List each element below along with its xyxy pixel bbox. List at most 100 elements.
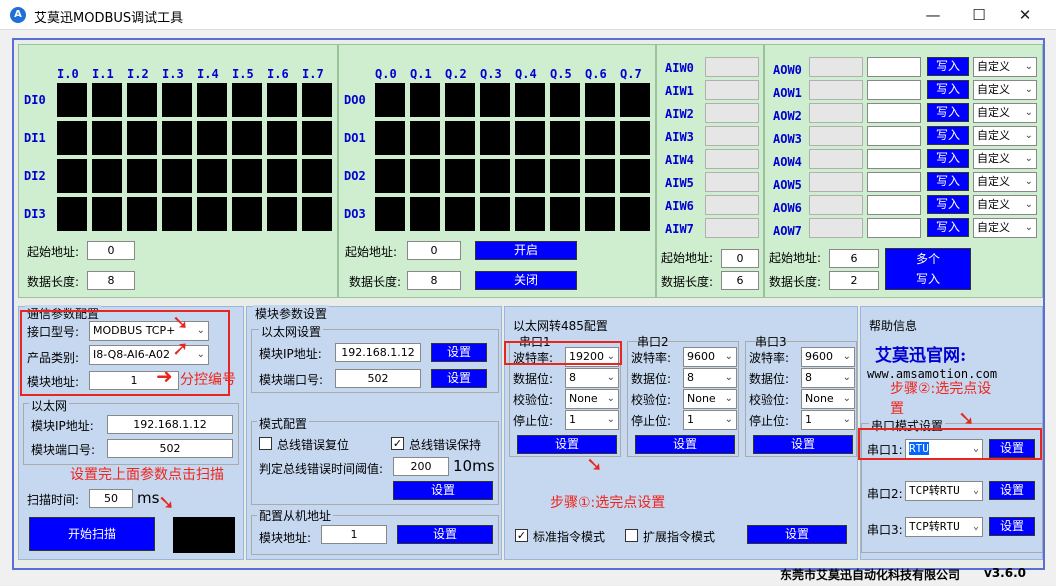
ao-write-button[interactable]: 写入 [927,57,969,76]
annotation-box-baud [504,341,622,365]
maximize-button[interactable]: ☐ [956,0,1002,30]
serial-set-button[interactable]: 设置 [753,435,853,454]
module-ip-input[interactable]: 192.168.1.12 [335,343,421,362]
serial-parity-label: 校验位: [749,393,790,407]
module-port-input[interactable]: 502 [335,369,421,388]
ai-row-label: AIW2 [665,107,694,121]
threshold-input[interactable]: 200 [393,457,449,476]
ao-mode-value: 自定义 [977,198,1010,211]
do-close-button[interactable]: 关闭 [475,271,577,290]
serial-set-button[interactable]: 设置 [635,435,735,454]
module-ip-set-button[interactable]: 设置 [431,343,487,362]
ao-write-input[interactable] [867,195,921,215]
ao-mode-select[interactable]: 自定义 ⌄ [973,149,1037,169]
arrow-icon: ➘ [586,452,603,476]
ao-write-input[interactable] [867,126,921,146]
di-header: I.0 [57,67,79,81]
ao-len-label: 数据长度: [769,275,822,289]
ai-value-display [705,126,759,146]
serial-parity-label: 校验位: [513,393,554,407]
s2-select[interactable]: TCP转RTU ⌄ [905,481,983,501]
do-start-input[interactable]: 0 [407,241,461,260]
di-start-input[interactable]: 0 [87,241,135,260]
serial-baud-select[interactable]: 9600 ⌄ [801,347,855,367]
do-header: Q.7 [620,67,642,81]
do-len-input[interactable]: 8 [407,271,461,290]
comm-port-input[interactable]: 502 [107,439,233,458]
serial-data-select[interactable]: 8 ⌄ [801,368,855,388]
ai-len-input[interactable]: 6 [721,271,759,290]
serial-data-select[interactable]: 8 ⌄ [565,368,619,388]
chevron-down-icon: ⌄ [724,393,733,404]
comm-ip-input[interactable]: 192.168.1.12 [107,415,233,434]
s3-set-button[interactable]: 设置 [989,517,1035,536]
serial-stop-select[interactable]: 1 ⌄ [683,410,737,430]
ao-write-input[interactable] [867,172,921,192]
ao-write-button[interactable]: 写入 [927,80,969,99]
serial-data-select[interactable]: 8 ⌄ [683,368,737,388]
slave-addr-input[interactable]: 1 [321,525,387,544]
ao-write-button[interactable]: 写入 [927,218,969,237]
ao-multi-write-button[interactable]: 多个 写入 [885,248,971,290]
ao-mode-value: 自定义 [977,129,1010,142]
ao-write-button[interactable]: 写入 [927,149,969,168]
s3-select[interactable]: TCP转RTU ⌄ [905,517,983,537]
ao-mode-select[interactable]: 自定义 ⌄ [973,103,1037,123]
ao-mode-select[interactable]: 自定义 ⌄ [973,80,1037,100]
ao-write-button[interactable]: 写入 [927,126,969,145]
ao-mode-select[interactable]: 自定义 ⌄ [973,57,1037,77]
start-scan-button[interactable]: 开始扫描 [29,517,155,551]
serial-parity-select[interactable]: None ⌄ [683,389,737,409]
ao-mode-select[interactable]: 自定义 ⌄ [973,126,1037,146]
di-indicator [162,159,192,193]
di-indicator [57,83,87,117]
std-mode-checkbox[interactable]: ✓ [515,529,528,542]
serial-parity-select[interactable]: None ⌄ [801,389,855,409]
scan-time-input[interactable]: 50 [89,489,133,508]
serial-parity-select[interactable]: None ⌄ [565,389,619,409]
ai-panel: AIW0 AIW1 AIW2 AIW3 AIW4 AIW5 AIW6 AIW7 起始地址: 0… [656,44,764,298]
ao-len-input[interactable]: 2 [829,271,879,290]
ao-write-button[interactable]: 写入 [927,195,969,214]
di-indicator [197,197,227,231]
do-open-button[interactable]: 开启 [475,241,577,260]
mode-set-button[interactable]: 设置 [393,481,493,500]
s2-value: TCP转RTU [909,484,960,497]
module-title: 模块参数设置 [253,305,330,322]
do-indicator [445,197,475,231]
chevron-down-icon: ⌄ [972,521,979,532]
do-indicator [480,159,510,193]
ao-write-input[interactable] [867,218,921,238]
ai-start-input[interactable]: 0 [721,249,759,268]
serial-stop-select[interactable]: 1 ⌄ [565,410,619,430]
close-button[interactable]: ✕ [1002,0,1048,30]
ao-start-input[interactable]: 6 [829,249,879,268]
ao-write-input[interactable] [867,80,921,100]
chevron-down-icon: ⌄ [1024,153,1033,164]
ao-write-input[interactable] [867,57,921,77]
ao-mode-select[interactable]: 自定义 ⌄ [973,172,1037,192]
ao-write-input[interactable] [867,103,921,123]
ao-write-button[interactable]: 写入 [927,103,969,122]
module-port-set-button[interactable]: 设置 [431,369,487,388]
ext-mode-checkbox[interactable] [625,529,638,542]
ao-write-input[interactable] [867,149,921,169]
di-indicator [127,197,157,231]
bus-reset-checkbox[interactable] [259,437,272,450]
di-row-label: DI3 [24,207,46,221]
slave-set-button[interactable]: 设置 [397,525,493,544]
serial-stop-select[interactable]: 1 ⌄ [801,410,855,430]
s2-set-button[interactable]: 设置 [989,481,1035,500]
minimize-button[interactable]: — [910,0,956,30]
di-indicator [127,159,157,193]
di-row-label: DI0 [24,93,46,107]
di-len-input[interactable]: 8 [87,271,135,290]
serial-baud-select[interactable]: 9600 ⌄ [683,347,737,367]
bus-hold-checkbox[interactable]: ✓ [391,437,404,450]
di-indicator [267,121,297,155]
ao-mode-select[interactable]: 自定义 ⌄ [973,195,1037,215]
mode-apply-button[interactable]: 设置 [747,525,847,544]
do-len-label: 数据长度: [349,275,402,289]
ao-mode-select[interactable]: 自定义 ⌄ [973,218,1037,238]
ao-write-button[interactable]: 写入 [927,172,969,191]
